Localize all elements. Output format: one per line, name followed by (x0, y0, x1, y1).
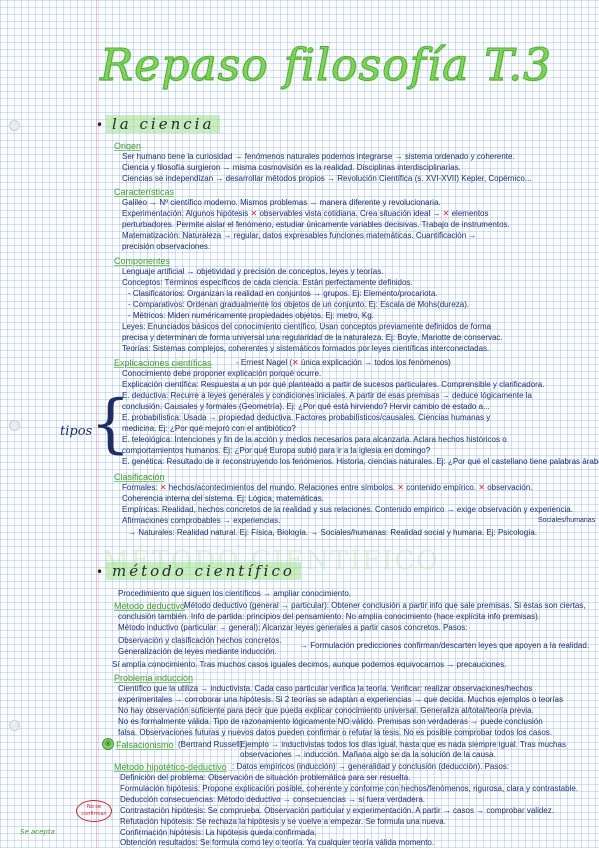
text-line: precisa y determinan de forma universal … (122, 333, 503, 342)
tipos-label: tipos (60, 424, 93, 439)
text-line: Teorías: Sistemas complejos, coherentes … (122, 344, 490, 353)
subheading-explicaciones: Explicaciones científicas (114, 358, 212, 368)
text-line: Deducción consecuencias: Método deductiv… (120, 795, 426, 804)
subheading-clasificacion: Clasificación (114, 472, 165, 482)
text-line: Científico que la utiliza → inductivista… (118, 684, 533, 693)
text-line: Sí amplía conocimiento. Tras muchos caso… (112, 660, 507, 669)
text-line: : Datos empíricos (inducción) → generali… (232, 762, 510, 771)
text-line: (Bertrand Russell) (178, 740, 243, 749)
text-line: Procedimiento que siguen los científicos… (118, 589, 352, 598)
subheading-caracteristicas: Características (114, 187, 175, 197)
cross-mark-icon: ✕ (442, 209, 450, 218)
text-line: Formales: ✕ hechos/acontecimientos del m… (122, 483, 533, 492)
cross-mark-icon: ✕ (397, 483, 404, 492)
text-line: - Ernest Nagel (✕ única explicación → to… (236, 358, 451, 367)
cross-mark-icon: ✕ (478, 483, 485, 492)
text-line: experimentales → corroborar una hipótesi… (118, 695, 564, 704)
text-line: → Naturales: Realidad natural. Ej: Físic… (128, 528, 538, 537)
binder-hole (9, 720, 20, 731)
subheading-hipotetico: Método hipotético-deductivo (114, 762, 227, 772)
registered-mark-icon: ® (102, 738, 114, 750)
cross-mark-icon: ✕ (159, 483, 167, 492)
section-heading-ciencia: la ciencia (106, 115, 221, 133)
text-line: Ser humano tiene la curiosidad → fenómen… (122, 152, 515, 161)
text-line: Refutación hipótesis: Se rechaza la hipó… (120, 817, 446, 826)
binder-hole (9, 420, 20, 431)
section-bullet-icon: • (96, 565, 104, 579)
text-line: Explicación científica: Respuesta a un p… (122, 380, 545, 389)
text-line: Generalización de leyes mediante inducci… (118, 647, 277, 656)
margin-green-note: Se acepta (20, 828, 55, 836)
text-line: Lenguaje artificial → objetividad y prec… (122, 267, 384, 276)
cross-mark-icon: ✕ (292, 358, 299, 367)
text-line: - Métricos: Miden numéricamente propieda… (128, 311, 374, 320)
text-line: medicina. Ej: ¿Por qué mejoró con el ant… (122, 424, 296, 433)
text-line: - Comparativos: Ordenan gradualmente los… (128, 300, 470, 309)
text-line: comportamientos humanos. Ej: ¿Por qué Eu… (122, 446, 431, 455)
text-line: perturbadores. Permite aislar el fenómen… (122, 220, 510, 229)
text-line: Obtención resultados: Se formula como le… (120, 838, 435, 847)
text-line: Confirmación hipótesis: La hipótesis que… (120, 828, 317, 837)
text-line: precisión observaciones. (122, 242, 211, 251)
text-line: Método deductivo (general → particular):… (184, 601, 586, 610)
text-line: Método inductivo (particular → general):… (118, 623, 468, 632)
text-line: Conceptos: Términos específicos de cada … (122, 278, 413, 287)
cross-mark-icon: ✕ (250, 209, 258, 218)
subheading-induccion: Problema inducción (114, 673, 194, 683)
margin-circle-note: No se confirman (76, 800, 112, 822)
text-line: falsa. Observaciones futuras y nuevos da… (118, 728, 552, 737)
text-line: E. probabilística: Usada → propiedad ded… (122, 413, 491, 422)
text-line: Definición del problema: Observación de … (120, 773, 411, 782)
binder-hole (9, 120, 20, 131)
text-line: Ejemplo → inductivistas todos los días i… (240, 740, 566, 759)
page-title: Repaso filosofía T.3 (99, 40, 553, 92)
section-bullet-icon: • (96, 118, 104, 132)
text-line: E. genética: Resultado de ir reconstruye… (122, 457, 599, 466)
text-line: Formulación hipótesis: Propone explicaci… (120, 784, 579, 793)
text-line: - Clasificatorios: Organizan la realidad… (128, 289, 438, 298)
text-line: Empíricas: Realidad, hechos concretos de… (122, 505, 573, 514)
margin-tag: Sociales/humanas (538, 517, 596, 524)
text-line: No es formalmente válida. Tipo de razona… (118, 717, 543, 726)
text-line: Ciencias se independizan → desarrollar m… (122, 174, 532, 183)
text-line: conclusión también. Info de partida: pri… (118, 612, 540, 621)
text-line: Matematización: Naturaleza → regular, da… (122, 231, 477, 240)
text-line: No hay observación suficiente para decir… (118, 706, 534, 715)
text-line: Afirmaciones comprobables → experiencias… (122, 516, 281, 525)
text-line: → Formulación predicciones confirman/des… (300, 641, 590, 650)
text-line: Ciencia y filosofía surgieron → misma co… (122, 163, 461, 172)
subheading-origen: Origen (114, 141, 142, 151)
text-line: conclusión. Causales y formales (Geometr… (122, 402, 490, 411)
text-line: Observación y clasificación hechos concr… (118, 636, 282, 645)
subheading-falsacionismo: Falsacionismo (116, 740, 174, 750)
text-line: Galileo → Nº científico moderno. Mismos … (122, 198, 441, 207)
text-line: E. teleológica: Intenciones y fin de la … (122, 435, 507, 444)
text-line: Contrastación hipótesis: Se comprueba. O… (120, 806, 554, 815)
section-heading-metodo: método científico (106, 562, 301, 580)
text-line: E. deductiva: Recurre a leyes generales … (122, 391, 532, 400)
text-line: Coherencia interna del sistema. Ej: Lógi… (122, 494, 324, 503)
text-line: Leyes: Enunciados básicos del conocimien… (122, 322, 492, 331)
text-line: Experimentación: Algunos hipótesis ✕ obs… (122, 209, 489, 218)
text-line: Conocimiento debe proponer explicación p… (122, 369, 322, 378)
subheading-deductivo: Método deductivo (114, 601, 186, 611)
subheading-componentes: Componentes (114, 256, 171, 266)
